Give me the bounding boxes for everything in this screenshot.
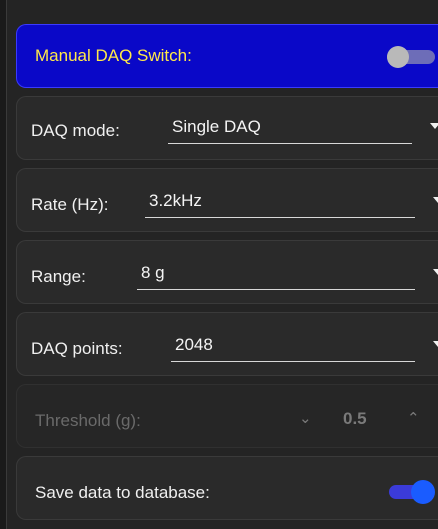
save-db-toggle-knob xyxy=(411,480,435,504)
left-divider xyxy=(0,0,7,529)
rate-dropdown[interactable]: 3.2kHz xyxy=(145,189,438,218)
range-label: Range: xyxy=(31,267,86,286)
save-db-label: Save data to database: xyxy=(35,483,210,502)
save-db-toggle[interactable] xyxy=(387,480,437,504)
chevron-up-icon[interactable]: ⌃ xyxy=(407,409,420,427)
daq-mode-dropdown[interactable]: Single DAQ xyxy=(168,115,438,144)
rate-label: Rate (Hz): xyxy=(31,195,109,214)
range-panel: Range: 8 g xyxy=(16,240,438,304)
manual-daq-toggle-knob xyxy=(387,46,409,68)
threshold-label: Threshold (g): xyxy=(35,411,141,430)
chevron-down-icon xyxy=(430,123,438,129)
rate-value: 3.2kHz xyxy=(149,191,202,210)
daq-points-value: 2048 xyxy=(175,335,213,354)
daq-points-panel: DAQ points: 2048 xyxy=(16,312,438,376)
manual-daq-label: Manual DAQ Switch: xyxy=(35,46,192,65)
daq-mode-label: DAQ mode: xyxy=(31,121,120,140)
rate-panel: Rate (Hz): 3.2kHz xyxy=(16,168,438,232)
chevron-down-icon xyxy=(433,269,438,275)
daq-mode-value: Single DAQ xyxy=(172,117,261,136)
threshold-panel: Threshold (g): ⌄ 0.5 ⌃ xyxy=(16,384,438,448)
daq-points-label: DAQ points: xyxy=(31,339,123,358)
daq-points-dropdown[interactable]: 2048 xyxy=(171,333,438,362)
threshold-value[interactable]: 0.5 xyxy=(343,409,367,429)
range-value: 8 g xyxy=(141,263,165,282)
save-db-panel: Save data to database: xyxy=(16,456,438,520)
manual-daq-panel: Manual DAQ Switch: xyxy=(16,24,438,88)
chevron-down-icon xyxy=(433,341,438,347)
daq-mode-panel: DAQ mode: Single DAQ xyxy=(16,96,438,160)
range-dropdown[interactable]: 8 g xyxy=(137,261,438,290)
chevron-down-icon xyxy=(433,197,438,203)
chevron-down-icon[interactable]: ⌄ xyxy=(299,409,312,427)
manual-daq-toggle[interactable] xyxy=(387,46,435,68)
